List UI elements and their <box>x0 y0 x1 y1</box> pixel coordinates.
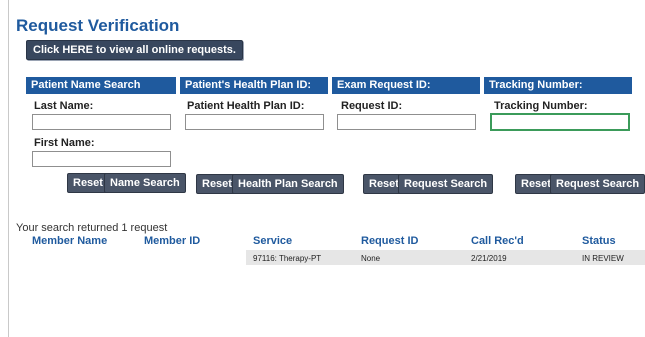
cell-request-id: None <box>361 254 381 263</box>
patient-name-search-header: Patient Name Search <box>26 77 176 94</box>
col-member-name[interactable]: Member Name <box>32 235 107 247</box>
cell-status: IN REVIEW <box>582 254 624 263</box>
col-member-id[interactable]: Member ID <box>144 235 200 247</box>
tracking-search-button[interactable]: Request Search <box>550 174 645 194</box>
page-title: Request Verification <box>16 16 180 35</box>
health-plan-id-header: Patient's Health Plan ID: <box>180 77 328 94</box>
request-id-label: Request ID: <box>341 100 403 112</box>
name-search-button[interactable]: Name Search <box>104 173 186 193</box>
col-request-id[interactable]: Request ID <box>361 235 418 247</box>
last-name-label: Last Name: <box>34 100 94 112</box>
request-search-button[interactable]: Request Search <box>398 174 494 194</box>
col-status[interactable]: Status <box>582 235 616 247</box>
name-reset-button[interactable]: Reset <box>67 173 109 193</box>
col-call-recd[interactable]: Call Rec'd <box>471 235 524 247</box>
view-all-requests-button[interactable]: Click HERE to view all online requests. <box>26 40 243 60</box>
tracking-number-input[interactable] <box>490 113 630 131</box>
tracking-number-header: Tracking Number: <box>484 77 632 94</box>
cell-call-recd: 2/21/2019 <box>471 254 507 263</box>
cell-service: 97116: Therapy-PT <box>253 254 322 263</box>
search-result-summary: Your search returned 1 request <box>16 222 168 234</box>
tracking-number-label: Tracking Number: <box>494 100 588 112</box>
first-name-label: First Name: <box>34 137 95 149</box>
health-plan-id-input[interactable] <box>185 114 324 130</box>
health-plan-id-label: Patient Health Plan ID: <box>187 100 305 112</box>
exam-request-id-header: Exam Request ID: <box>332 77 480 94</box>
last-name-input[interactable] <box>32 114 171 130</box>
first-name-input[interactable] <box>32 151 171 167</box>
request-id-input[interactable] <box>337 114 476 130</box>
health-plan-search-button[interactable]: Health Plan Search <box>232 174 344 194</box>
col-service[interactable]: Service <box>253 235 292 247</box>
